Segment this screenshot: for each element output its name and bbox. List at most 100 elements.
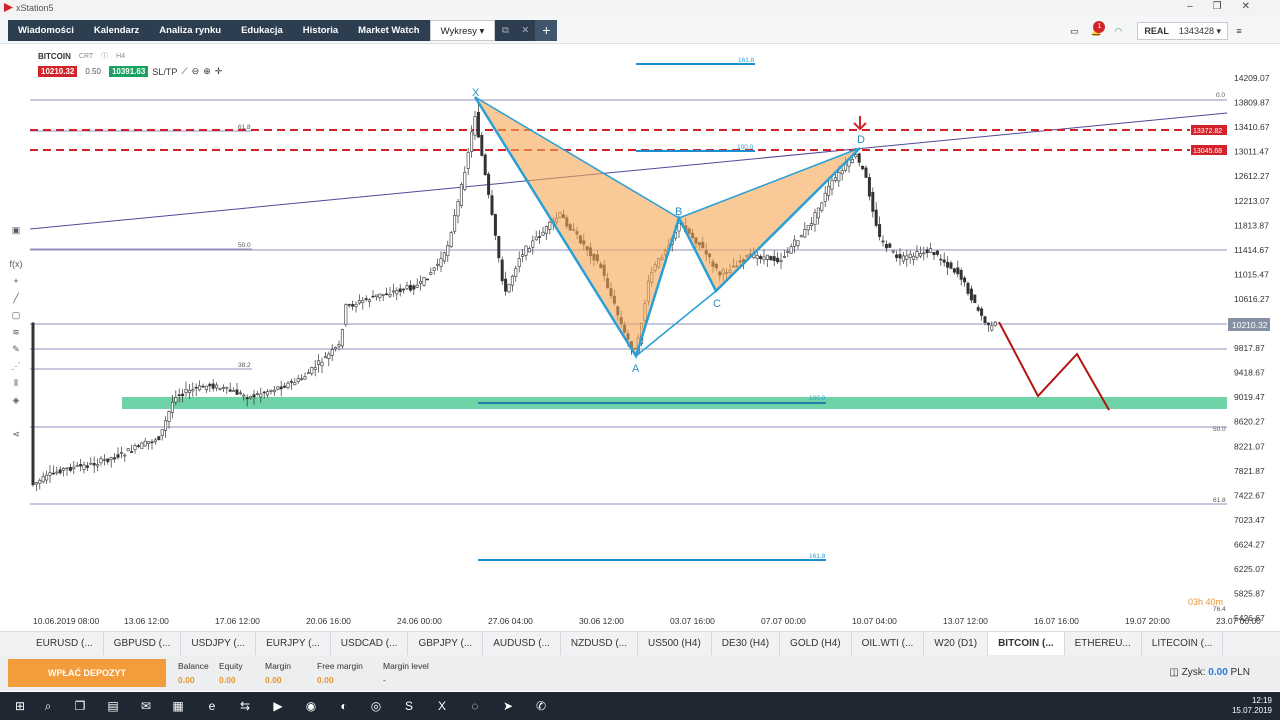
instrument-tab[interactable]: ETHEREU... xyxy=(1065,632,1142,655)
candle-body xyxy=(119,451,123,454)
instrument-tab[interactable]: GBPJPY (... xyxy=(408,632,484,655)
window-controls[interactable]: –❐✕ xyxy=(1187,1,1270,12)
x-tick-label: 13.07 12:00 xyxy=(943,616,988,626)
fib-level-label: 38.2 xyxy=(238,362,251,369)
nav-history[interactable]: Historia xyxy=(293,20,348,41)
x-tick-label: 16.07 16:00 xyxy=(1034,616,1079,626)
app-icon[interactable]: ◐ xyxy=(336,698,352,714)
deposit-button[interactable]: WPŁAĆ DEPOZYT xyxy=(8,659,166,687)
instrument-tab[interactable]: USDCAD (... xyxy=(331,632,409,655)
y-tick-label: 7422.67 xyxy=(1234,490,1265,500)
buy-price[interactable]: 10391.63 xyxy=(108,66,149,77)
instrument-tab[interactable]: NZDUSD (... xyxy=(561,632,638,655)
teamviewer-icon[interactable]: ⇆ xyxy=(237,698,253,714)
candle-body xyxy=(351,304,355,307)
candle-body xyxy=(946,261,950,268)
trend-icon[interactable]: ⟋ xyxy=(181,66,187,77)
detach-icon[interactable]: ⧉ xyxy=(495,20,515,41)
nav-market-watch[interactable]: Market Watch xyxy=(348,20,429,41)
instrument-tab[interactable]: OIL.WTI (... xyxy=(852,632,925,655)
zoom-out-icon[interactable]: ⊖ xyxy=(192,66,200,77)
store-icon[interactable]: ▤ xyxy=(105,698,121,714)
excel-icon[interactable]: ▦ xyxy=(170,698,186,714)
y-tick-label: 13410.67 xyxy=(1234,122,1270,132)
candle-body xyxy=(300,378,304,381)
skype-icon[interactable]: S xyxy=(401,698,417,714)
xstation-icon[interactable]: X xyxy=(434,698,450,714)
profit-display: ◫ Zysk: 0.00 PLN xyxy=(1169,667,1250,678)
candle-body xyxy=(283,385,287,388)
instrument-tab[interactable]: DE30 (H4) xyxy=(712,632,781,655)
menu-icon[interactable]: ≡ xyxy=(1228,26,1250,36)
instrument-tab[interactable]: GBPUSD (... xyxy=(104,632,182,655)
bell-icon[interactable]: 🔔1 xyxy=(1085,20,1107,37)
system-clock[interactable]: 12:19 15.07.2019 xyxy=(1232,696,1272,716)
candle-body xyxy=(762,256,766,261)
nav-charts-label: Wykresy xyxy=(440,26,477,37)
sltp-button[interactable]: SL/TP xyxy=(152,67,177,77)
symbol-name[interactable]: BITCOIN xyxy=(38,52,71,61)
candle-body xyxy=(249,395,253,399)
price-chart[interactable]: 14209.07 13809.87 13410.67 13011.47 12612.27… xyxy=(0,45,1280,630)
chart-area[interactable]: 14209.07 13809.87 13410.67 13011.47 12612.27… xyxy=(0,45,1280,630)
layout-icon[interactable]: ▭ xyxy=(1063,26,1085,37)
instrument-tab[interactable]: W20 (D1) xyxy=(924,632,989,655)
whatsapp-icon[interactable]: ✆ xyxy=(533,698,549,714)
instrument-tab[interactable]: GOLD (H4) xyxy=(780,632,852,655)
obs-icon[interactable]: ◌ xyxy=(467,698,483,714)
candle-body xyxy=(772,256,776,261)
telegram-icon[interactable]: ➤ xyxy=(500,698,516,714)
app-logo-icon xyxy=(4,3,13,12)
nav-news[interactable]: Wiadomości xyxy=(8,20,84,41)
y-tick-label: 11414.67 xyxy=(1234,245,1269,255)
spread: 0.50 xyxy=(85,67,101,76)
chrome-icon[interactable]: ◎ xyxy=(368,698,384,714)
instrument-tab[interactable]: EURUSD (... xyxy=(26,632,104,655)
edge-icon[interactable]: e xyxy=(204,698,220,714)
instrument-tab[interactable]: BITCOIN (... xyxy=(988,632,1065,655)
nav-market-analysis[interactable]: Analiza rynku xyxy=(149,20,231,41)
candle-body xyxy=(140,442,144,449)
candle-body xyxy=(31,322,35,486)
add-tab-button[interactable]: + xyxy=(535,20,558,41)
instrument-tab[interactable]: US500 (H4) xyxy=(638,632,712,655)
nav-education[interactable]: Edukacja xyxy=(231,20,293,41)
free-margin-col: Free margin 0.00 xyxy=(317,661,363,685)
profit-label: Zysk: xyxy=(1181,667,1206,678)
sell-price[interactable]: 10210.32 xyxy=(38,66,78,77)
candle-body xyxy=(153,439,157,443)
zoom-in-icon[interactable]: ⊕ xyxy=(203,66,211,77)
y-tick-label: 6624.27 xyxy=(1234,539,1265,549)
account-selector[interactable]: REAL 1343428 ▾ xyxy=(1137,22,1228,40)
windows-start-icon[interactable]: ⊞ xyxy=(12,698,28,714)
search-icon[interactable]: ⌕ xyxy=(40,698,56,714)
candle-body xyxy=(969,288,973,301)
candle-body xyxy=(337,344,341,347)
mail-icon[interactable]: ✉ xyxy=(138,698,154,714)
firefox-icon[interactable]: ◉ xyxy=(303,698,319,714)
candle-body xyxy=(422,276,426,286)
candle-body xyxy=(398,288,402,293)
candle-body xyxy=(538,236,542,238)
candle-body xyxy=(959,270,963,280)
instrument-tab[interactable]: EURJPY (... xyxy=(256,632,331,655)
symbol-tag: CRT xyxy=(78,52,94,60)
candle-body xyxy=(96,464,100,467)
candle-body xyxy=(191,389,195,392)
candle-body xyxy=(72,466,76,470)
crosshair-tool-icon[interactable]: ✛ xyxy=(215,66,223,77)
close-tab-icon[interactable]: ✕ xyxy=(515,20,535,41)
media-icon[interactable]: ▶ xyxy=(270,698,286,714)
instrument-tab[interactable]: USDJPY (... xyxy=(181,632,257,655)
task-view-icon[interactable]: ❐ xyxy=(72,698,88,714)
instrument-tab[interactable]: AUDUSD (... xyxy=(483,632,561,655)
candle-body xyxy=(269,389,273,392)
nav-calendar[interactable]: Kalendarz xyxy=(84,20,149,41)
info-icon[interactable]: ⓘ xyxy=(101,51,108,61)
timeframe[interactable]: H4 xyxy=(116,53,125,60)
candle-body xyxy=(534,236,538,241)
candle-body xyxy=(310,366,314,374)
candle-body xyxy=(514,268,518,277)
nav-charts-tab[interactable]: Wykresy ▾ xyxy=(429,20,496,41)
instrument-tab[interactable]: LITECOIN (... xyxy=(1142,632,1224,655)
